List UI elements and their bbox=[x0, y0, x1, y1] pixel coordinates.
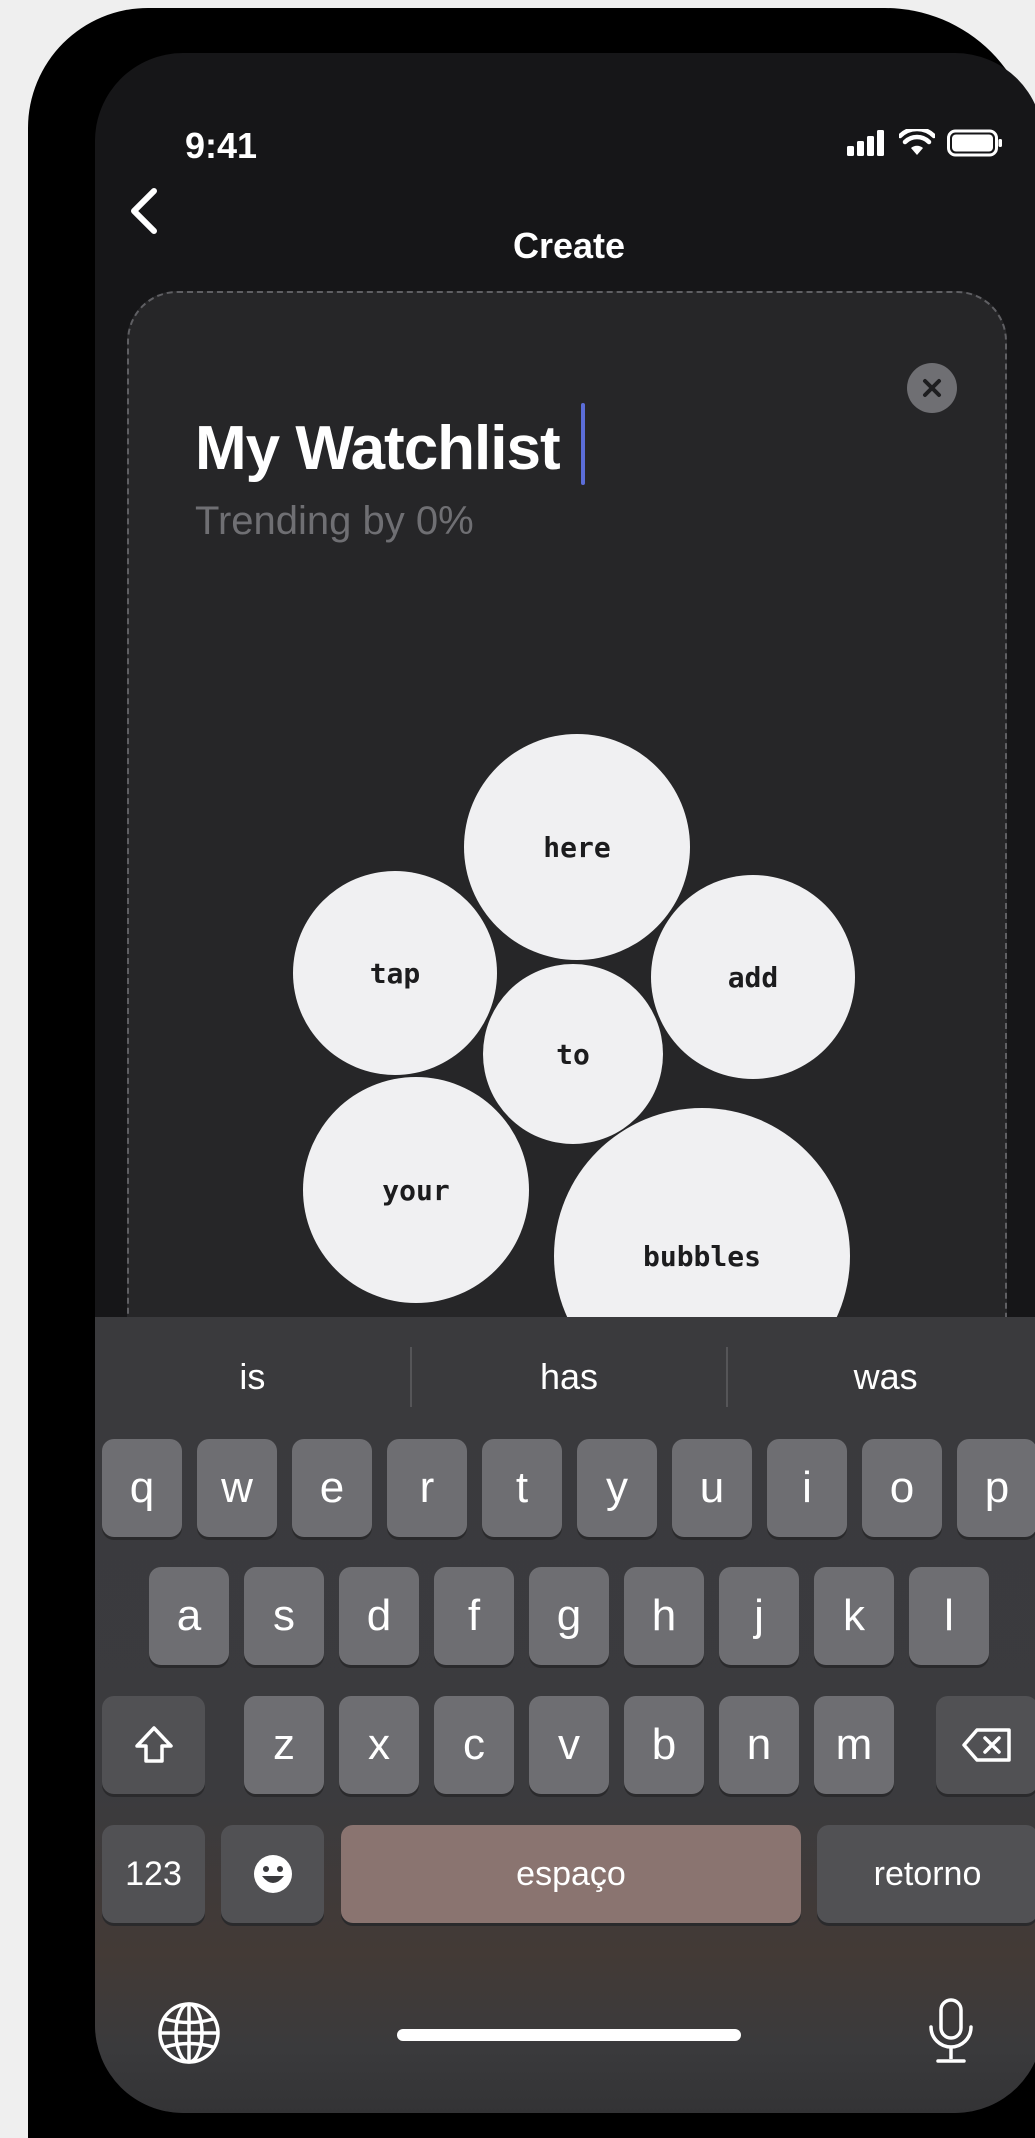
key-o[interactable]: o bbox=[862, 1439, 942, 1537]
key-c[interactable]: c bbox=[434, 1696, 514, 1794]
watchlist-title-input[interactable]: My Watchlist bbox=[195, 413, 561, 484]
key-z[interactable]: z bbox=[244, 1696, 324, 1794]
emoji-icon bbox=[253, 1855, 292, 1893]
key-s[interactable]: s bbox=[244, 1567, 324, 1665]
bubble-tap[interactable]: tap bbox=[293, 871, 497, 1075]
key-r[interactable]: r bbox=[387, 1439, 467, 1537]
key-n[interactable]: n bbox=[719, 1696, 799, 1794]
delete-key[interactable] bbox=[936, 1696, 1035, 1794]
bubble-to[interactable]: to bbox=[483, 964, 663, 1144]
key-y[interactable]: y bbox=[577, 1439, 657, 1537]
key-v[interactable]: v bbox=[529, 1696, 609, 1794]
suggestion-bar: is has was bbox=[95, 1317, 1035, 1437]
return-key[interactable]: retorno bbox=[817, 1825, 1035, 1923]
microphone-icon[interactable] bbox=[926, 1997, 976, 2067]
delete-icon bbox=[962, 1728, 1011, 1762]
suggestion-3[interactable]: was bbox=[728, 1317, 1035, 1437]
key-l[interactable]: l bbox=[909, 1567, 989, 1665]
key-i[interactable]: i bbox=[767, 1439, 847, 1537]
screen: 9:41 Create My Watchlist Trending by 0% … bbox=[95, 53, 1035, 2113]
text-cursor bbox=[581, 403, 585, 485]
key-p[interactable]: p bbox=[957, 1439, 1035, 1537]
key-j[interactable]: j bbox=[719, 1567, 799, 1665]
home-indicator[interactable] bbox=[397, 2029, 741, 2041]
clear-button[interactable] bbox=[907, 363, 957, 413]
key-b[interactable]: b bbox=[624, 1696, 704, 1794]
bubble-your[interactable]: your bbox=[303, 1077, 529, 1303]
key-g[interactable]: g bbox=[529, 1567, 609, 1665]
status-icons bbox=[847, 129, 1003, 157]
key-h[interactable]: h bbox=[624, 1567, 704, 1665]
key-f[interactable]: f bbox=[434, 1567, 514, 1665]
signal-icon bbox=[847, 130, 884, 156]
status-time: 9:41 bbox=[185, 125, 258, 166]
key-k[interactable]: k bbox=[814, 1567, 894, 1665]
key-t[interactable]: t bbox=[482, 1439, 562, 1537]
key-x[interactable]: x bbox=[339, 1696, 419, 1794]
shift-key[interactable] bbox=[102, 1696, 205, 1794]
close-icon bbox=[923, 379, 941, 397]
bubble-add[interactable]: add bbox=[651, 875, 855, 1079]
key-e[interactable]: e bbox=[292, 1439, 372, 1537]
key-d[interactable]: d bbox=[339, 1567, 419, 1665]
key-q[interactable]: q bbox=[102, 1439, 182, 1537]
nav-title: Create bbox=[512, 225, 626, 266]
emoji-key[interactable] bbox=[221, 1825, 324, 1923]
suggestion-2[interactable]: has bbox=[412, 1317, 727, 1437]
key-m[interactable]: m bbox=[814, 1696, 894, 1794]
numbers-key[interactable]: 123 bbox=[102, 1825, 205, 1923]
battery-icon bbox=[947, 129, 1002, 157]
key-w[interactable]: w bbox=[197, 1439, 277, 1537]
wifi-icon bbox=[899, 129, 935, 155]
shift-icon bbox=[134, 1726, 173, 1763]
key-u[interactable]: u bbox=[672, 1439, 752, 1537]
phone-frame: 9:41 Create My Watchlist Trending by 0% … bbox=[28, 8, 1035, 2138]
keyboard: is has was q w e r t y u i o p a s d f g… bbox=[95, 1317, 1035, 2113]
trending-subtitle: Trending by 0% bbox=[195, 499, 474, 543]
bubble-here[interactable]: here bbox=[464, 734, 690, 960]
space-key[interactable]: espaço bbox=[341, 1825, 801, 1923]
suggestion-1[interactable]: is bbox=[95, 1317, 410, 1437]
globe-icon[interactable] bbox=[156, 2000, 222, 2066]
key-a[interactable]: a bbox=[149, 1567, 229, 1665]
